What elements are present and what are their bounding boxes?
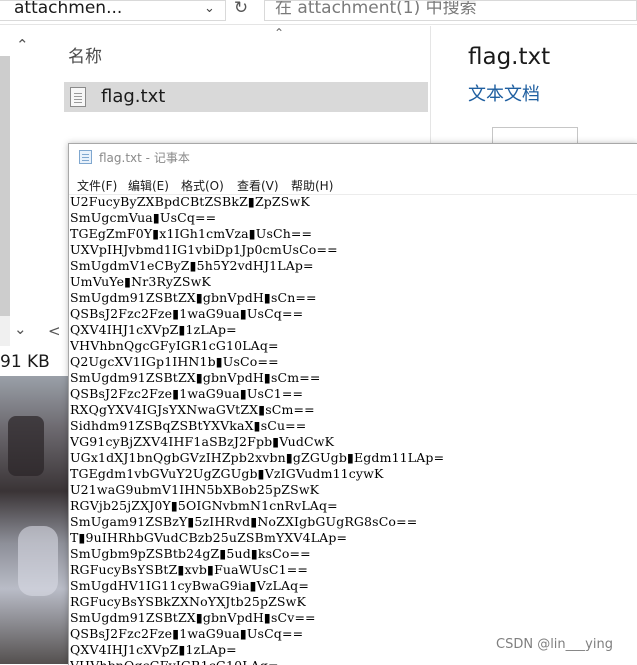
text-line: SmUgdmV1eCByZ▮5h5Y2vdHJ1LAp= xyxy=(70,258,314,273)
chevron-down-icon[interactable]: ⌄ xyxy=(204,1,215,16)
photo-figure xyxy=(18,526,58,596)
menu-edit[interactable]: 编辑(E) xyxy=(128,177,169,194)
search-input[interactable]: 在 attachment(1) 中搜索 xyxy=(264,0,637,21)
preview-file-type: 文本文档 xyxy=(468,84,540,105)
text-line: Sidhdm91ZSBqZSBtYXVkaX▮sCu== xyxy=(70,418,307,433)
text-line: U2FucyByZXBpdCBtZSBkZ▮ZpZSwK xyxy=(70,194,310,209)
menu-file[interactable]: 文件(F) xyxy=(77,177,117,194)
text-line: QSBsJ2Fzc2Fze▮1waG9ua▮UsC1== xyxy=(70,386,304,401)
text-line: TGEgZmF0Y▮x1IGh1cmVza▮UsCh== xyxy=(70,226,313,241)
text-line: RGVjb25jZXJ0Y▮5OIGNvbmN1cnRvLAq= xyxy=(70,498,338,513)
notepad-window[interactable]: flag.txt - 记事本 文件(F) 编辑(E) 格式(O) 查看(V) 帮… xyxy=(68,143,637,665)
pane-divider[interactable] xyxy=(430,26,431,146)
text-line: RXQgYXV4IGJsYXNwaGVtZX▮sCm== xyxy=(70,402,315,417)
text-line: SmUgdm91ZSBtZX▮gbnVpdH▮sCn== xyxy=(70,290,317,305)
column-header-name[interactable]: 名称 xyxy=(68,42,102,67)
text-line: UmVuYe▮Nr3RyZSwK xyxy=(70,274,211,289)
scroll-down-icon[interactable]: ⌄ xyxy=(14,320,27,338)
text-line: SmUgbm9pZSBtb24gZ▮5ud▮ksCo== xyxy=(70,546,311,561)
notepad-titlebar[interactable]: flag.txt - 记事本 xyxy=(69,144,637,170)
text-line: RGFucyBsYSBkZXNoYXJtb25pZSwK xyxy=(70,594,306,609)
navigation-pane xyxy=(0,26,55,346)
text-line: U21waG9ubmV1IHN5bXBob25pZSwK xyxy=(70,482,320,497)
scroll-up-icon[interactable]: ⌃ xyxy=(16,36,29,54)
text-line: QXV4IHJ1cXVpZ▮1zLAp= xyxy=(70,322,237,337)
menu-help[interactable]: 帮助(H) xyxy=(291,177,333,194)
notepad-icon xyxy=(79,150,92,164)
text-line: VHVhbnQgcGFyIGR1cG10LAq= xyxy=(70,338,279,353)
menu-format[interactable]: 格式(O) xyxy=(181,177,224,194)
watermark: CSDN @lin___ying xyxy=(494,637,615,652)
text-line: SmUgcmVua▮UsCq== xyxy=(70,210,217,225)
vertical-scrollbar[interactable] xyxy=(0,56,10,346)
text-line: VG91cyBjZXV4IHF1aSBzJ2Fpb▮VudCwK xyxy=(70,434,335,449)
menu-view[interactable]: 查看(V) xyxy=(237,177,279,194)
sort-up-icon: ⌃ xyxy=(274,26,285,40)
refresh-icon[interactable]: ↻ xyxy=(228,0,254,21)
window-title: flag.txt - 记事本 xyxy=(99,151,190,165)
text-line: QSBsJ2Fzc2Fze▮1waG9ua▮UsCq== xyxy=(70,306,304,321)
text-line: TGEgdm1vbGVuY2UgZGUgb▮VzIGVudm11cywK xyxy=(70,466,384,481)
text-editor-area[interactable]: U2FucyByZXBpdCBtZSBkZ▮ZpZSwK SmUgcmVua▮Us… xyxy=(70,194,636,665)
text-line: UGx1dXJ1bnQgbGVzIHZpb2xvbn▮gZGUgb▮Egdm11… xyxy=(70,450,445,465)
text-line: SmUgam91ZSBzY▮5zIHRvd▮NoZXIgbGUgRG8sCo== xyxy=(70,514,418,529)
text-line: Q2UgcXV1IGp1IHN1b▮UsCo== xyxy=(70,354,279,369)
text-line: SmUgdm91ZSBtZX▮gbnVpdH▮sCv== xyxy=(70,610,316,625)
file-size-label: 91 KB xyxy=(0,352,50,372)
text-file-icon xyxy=(70,87,86,107)
photo-figure xyxy=(8,416,44,476)
scroll-left-icon[interactable]: < xyxy=(48,322,61,340)
menu-bar: 文件(F) 编辑(E) 格式(O) 查看(V) 帮助(H) xyxy=(69,172,637,195)
address-bar[interactable]: attachmen... xyxy=(0,0,226,21)
text-line: UXVpIHJvbmd1IG1vbiDp1Jp0cmUsCo== xyxy=(70,242,338,257)
text-line: SmUgdHV1IG11cyBwaG9ia▮VzLAq= xyxy=(70,578,309,593)
scrollbar-thumb[interactable] xyxy=(0,56,10,316)
text-line: RGFucyBsYSBtZ▮xvb▮FuaWUsC1== xyxy=(70,562,309,577)
file-name: flag.txt xyxy=(101,86,166,107)
file-list-item[interactable]: flag.txt xyxy=(64,82,428,112)
background-photo xyxy=(0,376,68,664)
text-line: SmUgdm91ZSBtZX▮gbnVpdH▮sCm== xyxy=(70,370,321,385)
explorer-toolbar: attachmen... ⌄ ↻ 在 attachment(1) 中搜索 xyxy=(0,0,637,25)
preview-title: flag.txt xyxy=(468,44,551,70)
text-line: T▮9uIHRhbGVudCBzb25uZSBmYXV4LAp= xyxy=(70,530,348,545)
